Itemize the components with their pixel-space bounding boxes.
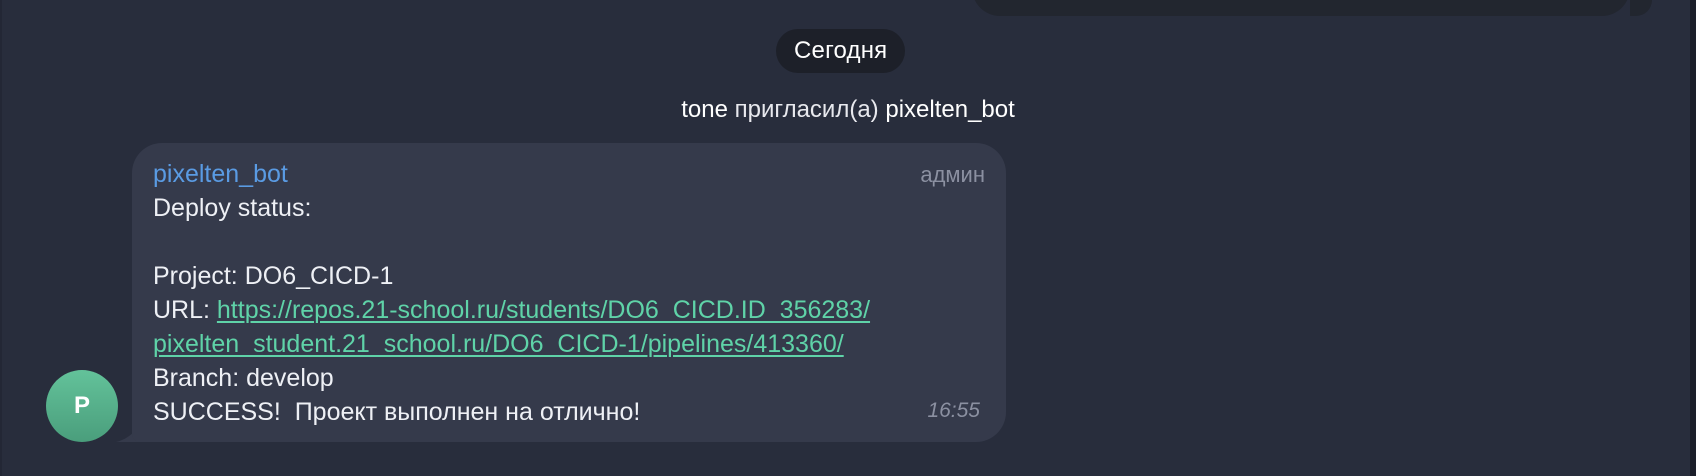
service-invitee-name[interactable]: pixelten_bot xyxy=(885,96,1014,123)
previous-outgoing-message[interactable] xyxy=(972,0,1630,16)
avatar-letter: P xyxy=(73,392,90,419)
message-line-url-cont: pixelten_student.21_school.ru/DO6_CICD-1… xyxy=(153,327,984,361)
chat-scrollbar-track[interactable] xyxy=(1690,0,1696,476)
message-line-project: Project: DO6_CICD-1 xyxy=(153,262,394,290)
chat-left-border xyxy=(0,0,2,476)
sender-avatar[interactable]: P xyxy=(46,370,118,442)
sender-name[interactable]: pixelten_bot xyxy=(153,157,288,191)
pipeline-link-part2[interactable]: pixelten_student.21_school.ru/DO6_CICD-1… xyxy=(153,330,844,358)
message-line-url: URL: https://repos.21-school.ru/students… xyxy=(153,293,984,327)
message-bubble[interactable]: pixelten_bot админ Deploy status: Projec… xyxy=(132,143,1006,442)
service-action-text: пригласил(а) xyxy=(727,96,886,123)
url-prefix: URL: xyxy=(153,296,217,324)
pipeline-link-part1[interactable]: https://repos.21-school.ru/students/DO6_… xyxy=(217,296,870,324)
previous-message-tail xyxy=(1630,0,1652,16)
date-separator-label: Сегодня xyxy=(794,37,888,64)
message-line-status: Deploy status: xyxy=(153,194,312,222)
date-separator: Сегодня xyxy=(776,29,906,73)
message-line-branch: Branch: develop xyxy=(153,364,334,392)
service-message-invite: tone пригласил(а) pixelten_bot xyxy=(0,92,1696,128)
message-header: pixelten_bot админ xyxy=(153,157,985,191)
message-line-result: SUCCESS! Проект выполнен на отлично! xyxy=(153,398,641,426)
message-line-blank xyxy=(153,225,984,259)
chat-area[interactable]: Сегодня tone пригласил(а) pixelten_bot p… xyxy=(0,0,1696,476)
message-time: 16:55 xyxy=(927,399,980,422)
admin-badge: админ xyxy=(920,162,985,187)
service-inviter-name[interactable]: tone xyxy=(681,96,728,123)
